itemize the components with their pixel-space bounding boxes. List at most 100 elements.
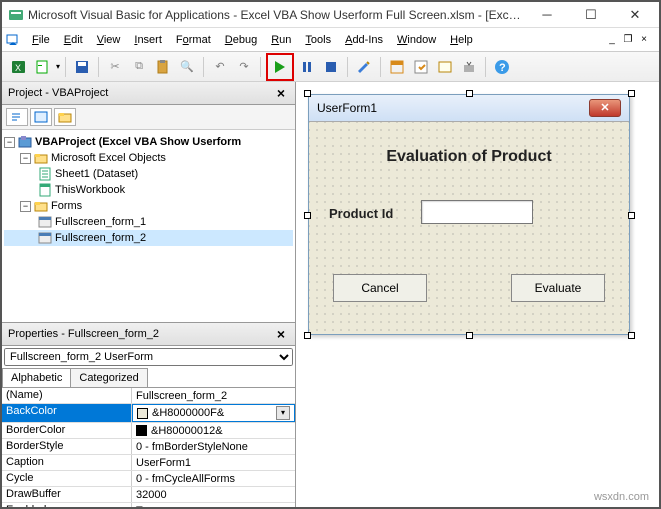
resize-handle[interactable] [628,90,635,97]
run-icon[interactable] [269,56,291,78]
properties-icon[interactable] [410,56,432,78]
toolbox-icon[interactable] [458,56,480,78]
maximize-button[interactable]: ☐ [569,3,613,27]
design-mode-icon[interactable] [353,56,375,78]
mdi-restore[interactable]: ❐ [621,33,635,47]
project-panel-title: Project - VBAProject × [2,82,295,105]
property-value[interactable]: 0 - fmBorderStyleNone [132,439,295,454]
property-name[interactable]: Caption [2,455,132,470]
properties-panel-close[interactable]: × [273,326,289,342]
property-name[interactable]: Cycle [2,471,132,486]
expander-icon[interactable]: − [20,153,31,164]
properties-object-selector[interactable]: Fullscreen_form_2 UserForm [4,348,293,366]
property-value[interactable]: True [132,503,295,507]
property-row[interactable]: BorderStyle0 - fmBorderStyleNone [2,439,295,455]
cancel-button[interactable]: Cancel [333,274,427,302]
dropdown-icon[interactable]: ▾ [276,406,290,420]
menu-help[interactable]: Help [444,32,479,48]
tree-item-label: Sheet1 (Dataset) [55,168,138,180]
userform-titlebar[interactable]: UserForm1 ✕ [309,95,629,122]
tree-thisworkbook[interactable]: ThisWorkbook [4,182,293,198]
resize-handle[interactable] [628,332,635,339]
userform-preview[interactable]: UserForm1 ✕ Evaluation of Product Produc… [308,94,630,335]
object-browser-icon[interactable] [434,56,456,78]
view-excel-icon[interactable]: X [8,56,30,78]
evaluate-button[interactable]: Evaluate [511,274,605,302]
property-name[interactable]: BackColor [2,404,132,422]
menu-insert[interactable]: Insert [128,32,168,48]
minimize-button[interactable]: ─ [525,3,569,27]
menu-window[interactable]: Window [391,32,442,48]
view-object-icon[interactable] [30,108,52,126]
find-icon[interactable]: 🔍 [176,56,198,78]
property-value[interactable]: 0 - fmCycleAllForms [132,471,295,486]
save-icon[interactable] [71,56,93,78]
reset-icon[interactable] [320,56,342,78]
mdi-close[interactable]: × [637,33,651,47]
product-id-input[interactable] [421,200,533,224]
property-value[interactable]: Fullscreen_form_2 [132,388,295,403]
menu-addins[interactable]: Add-Ins [339,32,389,48]
close-button[interactable]: ✕ [613,3,657,27]
toggle-folders-icon[interactable] [54,108,76,126]
tree-form2[interactable]: Fullscreen_form_2 [4,230,293,246]
userform-heading: Evaluation of Product [309,148,629,166]
copy-icon[interactable]: ⧉ [128,56,150,78]
project-panel-close[interactable]: × [273,85,289,101]
menu-format[interactable]: Format [170,32,217,48]
insert-module-icon[interactable] [32,56,54,78]
property-value[interactable]: 32000 [132,487,295,502]
property-row[interactable]: (Name)Fullscreen_form_2 [2,388,295,404]
project-tree[interactable]: − VBAProject (Excel VBA Show Userform − … [2,130,295,323]
resize-handle[interactable] [466,90,473,97]
folder-icon [34,199,48,213]
resize-handle[interactable] [628,212,635,219]
property-row[interactable]: EnabledTrue [2,503,295,507]
break-icon[interactable] [296,56,318,78]
tree-form1[interactable]: Fullscreen_form_1 [4,214,293,230]
menu-file[interactable]: File [26,32,56,48]
property-value[interactable]: &H80000012& [132,423,295,438]
menu-edit[interactable]: Edit [58,32,89,48]
tree-group-excel[interactable]: − Microsoft Excel Objects [4,150,293,166]
property-row[interactable]: CaptionUserForm1 [2,455,295,471]
property-name[interactable]: BorderStyle [2,439,132,454]
expander-icon[interactable]: − [20,201,31,212]
redo-icon[interactable]: ↷ [233,56,255,78]
property-value[interactable]: &H8000000F&▾ [132,404,295,422]
resize-handle[interactable] [304,90,311,97]
menu-tools[interactable]: Tools [299,32,337,48]
menu-view[interactable]: View [91,32,127,48]
properties-grid[interactable]: (Name)Fullscreen_form_2BackColor&H800000… [2,388,295,507]
tab-alphabetic[interactable]: Alphabetic [2,368,71,387]
tab-categorized[interactable]: Categorized [70,368,147,387]
sheet-icon [38,167,52,181]
project-explorer-icon[interactable] [386,56,408,78]
mdi-minimize[interactable]: _ [605,33,619,47]
view-code-icon[interactable] [6,108,28,126]
property-name[interactable]: BorderColor [2,423,132,438]
property-name[interactable]: Enabled [2,503,132,507]
tree-sheet1[interactable]: Sheet1 (Dataset) [4,166,293,182]
property-name[interactable]: (Name) [2,388,132,403]
expander-icon[interactable]: − [4,137,15,148]
menu-debug[interactable]: Debug [219,32,263,48]
view-dropdown-icon[interactable] [6,33,20,47]
menu-run[interactable]: Run [265,32,297,48]
property-row[interactable]: Cycle0 - fmCycleAllForms [2,471,295,487]
form-designer[interactable]: UserForm1 ✕ Evaluation of Product Produc… [296,82,659,507]
userform-close-button[interactable]: ✕ [589,99,621,117]
property-row[interactable]: BorderColor&H80000012& [2,423,295,439]
undo-icon[interactable]: ↶ [209,56,231,78]
help-icon[interactable]: ? [491,56,513,78]
property-name[interactable]: DrawBuffer [2,487,132,502]
property-row[interactable]: DrawBuffer32000 [2,487,295,503]
tree-root[interactable]: − VBAProject (Excel VBA Show Userform [4,134,293,150]
userform-body[interactable]: Evaluation of Product Product Id Cancel … [309,122,629,334]
property-value[interactable]: UserForm1 [132,455,295,470]
paste-icon[interactable] [152,56,174,78]
property-row[interactable]: BackColor&H8000000F&▾ [2,404,295,423]
cut-icon[interactable]: ✂ [104,56,126,78]
tree-group-forms[interactable]: − Forms [4,198,293,214]
tree-group-label: Microsoft Excel Objects [51,152,166,164]
